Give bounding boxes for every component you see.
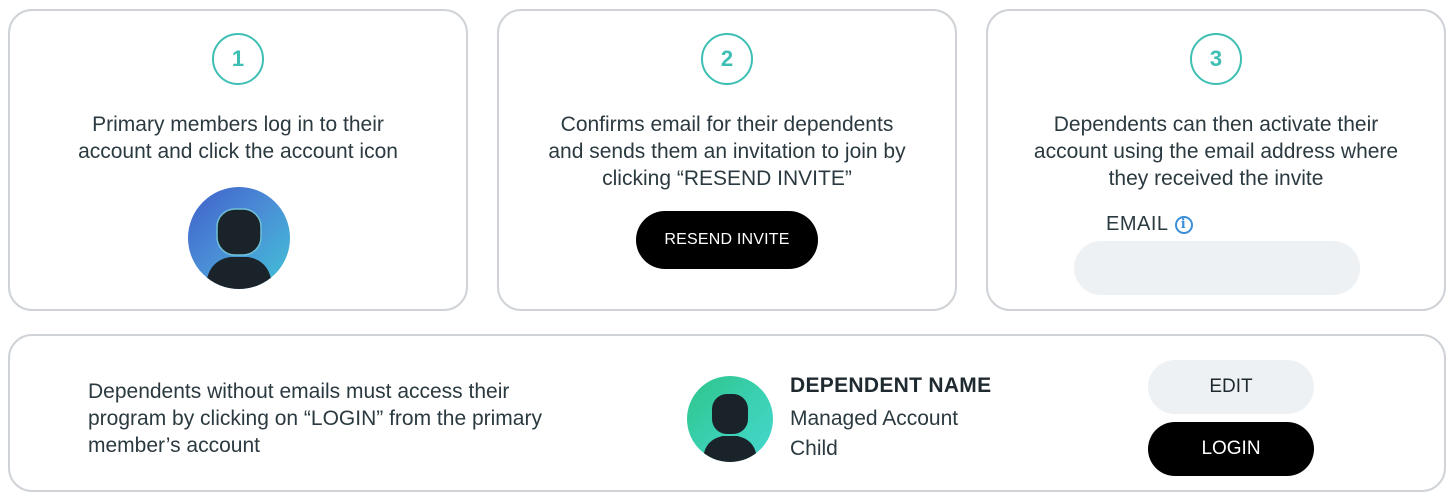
user-silhouette-icon — [206, 208, 272, 289]
dependent-account-type: Managed Account — [790, 407, 959, 430]
dependent-name: DEPENDENT NAME — [790, 374, 992, 397]
step-number-1: 1 — [212, 33, 264, 85]
user-silhouette-icon — [703, 394, 757, 462]
step-card-2: 2 Confirms email for their dependents an… — [497, 9, 957, 311]
email-label-row: EMAIL i — [1106, 213, 1193, 236]
step-card-1: 1 Primary members log in to their accoun… — [8, 9, 468, 311]
step-description-2: Confirms email for their dependents and … — [548, 113, 906, 190]
dependents-description: Dependents without emails must access th… — [88, 380, 542, 457]
edit-button[interactable]: EDIT — [1148, 360, 1314, 414]
account-icon[interactable] — [188, 187, 290, 289]
info-icon[interactable]: i — [1174, 215, 1193, 234]
resend-invite-button[interactable]: RESEND INVITE — [636, 211, 818, 269]
dependent-avatar — [687, 376, 773, 462]
dependents-card: Dependents without emails must access th… — [8, 334, 1446, 492]
step-description-1: Primary members log in to their account … — [78, 113, 398, 163]
step-card-3: 3 Dependents can then activate their acc… — [986, 9, 1446, 311]
step-description-3: Dependents can then activate their accou… — [1033, 113, 1399, 190]
email-label: EMAIL — [1106, 213, 1169, 235]
dependent-details: Managed Account Child — [790, 404, 958, 464]
email-field[interactable] — [1074, 241, 1360, 295]
dependent-relation: Child — [790, 437, 838, 460]
login-button[interactable]: LOGIN — [1148, 422, 1314, 476]
step-number-3: 3 — [1190, 33, 1242, 85]
step-number-2: 2 — [701, 33, 753, 85]
